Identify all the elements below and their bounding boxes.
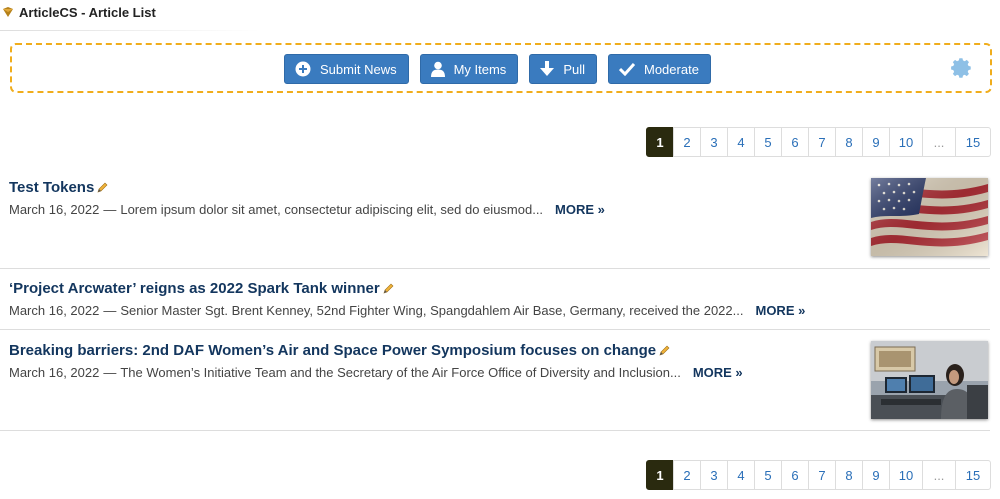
title-divider — [0, 30, 260, 31]
page-7-link[interactable]: 7 — [808, 127, 836, 157]
page-5-link[interactable]: 5 — [754, 127, 782, 157]
plus-circle-icon — [295, 61, 311, 77]
page-3-link[interactable]: 3 — [700, 460, 728, 490]
page-9-link[interactable]: 9 — [862, 127, 890, 157]
page-1-current[interactable]: 1 — [646, 127, 674, 157]
article-item: Test Tokens March 16, 2022 — Lorem ipsum… — [9, 179, 990, 217]
article-meta: March 16, 2022 — Lorem ipsum dolor sit a… — [9, 202, 990, 217]
arrow-down-icon — [540, 61, 555, 76]
more-link[interactable]: MORE » — [755, 303, 805, 318]
page-10-link[interactable]: 10 — [889, 127, 923, 157]
page-8-link[interactable]: 8 — [835, 127, 863, 157]
article-divider — [0, 268, 990, 269]
moderate-button[interactable]: Moderate — [608, 54, 711, 84]
page-7-link[interactable]: 7 — [808, 460, 836, 490]
page-3-link[interactable]: 3 — [700, 127, 728, 157]
page-15-link[interactable]: 15 — [955, 460, 991, 490]
article-date: March 16, 2022 — [9, 303, 100, 318]
meta-separator: — — [103, 365, 117, 380]
module-title: ArticleCS - Article List — [19, 4, 156, 20]
check-icon — [619, 62, 635, 76]
page-9-link[interactable]: 9 — [862, 460, 890, 490]
pull-label: Pull — [563, 61, 585, 77]
page-4-link[interactable]: 4 — [727, 127, 755, 157]
article-title-link[interactable]: Breaking barriers: 2nd DAF Women’s Air a… — [9, 342, 990, 359]
page-6-link[interactable]: 6 — [781, 127, 809, 157]
submit-news-button[interactable]: Submit News — [284, 54, 409, 84]
woman-at-computer-thumbnail[interactable] — [871, 341, 988, 419]
more-link[interactable]: MORE » — [555, 202, 605, 217]
meta-separator: — — [103, 202, 117, 217]
article-title-link[interactable]: Test Tokens — [9, 179, 990, 196]
page-10-link[interactable]: 10 — [889, 460, 923, 490]
article-item: ‘Project Arcwater’ reigns as 2022 Spark … — [9, 280, 990, 318]
page-ellipsis: ... — [922, 460, 956, 490]
page-15-link[interactable]: 15 — [955, 127, 991, 157]
article-summary: Senior Master Sgt. Brent Kenney, 52nd Fi… — [120, 303, 744, 318]
article-divider — [0, 329, 990, 330]
meta-separator: — — [103, 303, 117, 318]
article-item: Breaking barriers: 2nd DAF Women’s Air a… — [9, 342, 990, 380]
pagination-top: 1 2 3 4 5 6 7 8 9 10 ... 15 — [646, 127, 991, 157]
pagination-bottom: 1 2 3 4 5 6 7 8 9 10 ... 15 — [646, 460, 991, 490]
edit-pencil-icon[interactable] — [382, 283, 394, 295]
module-header: ArticleCS - Article List — [2, 4, 156, 20]
article-divider — [0, 430, 990, 431]
page-4-link[interactable]: 4 — [727, 460, 755, 490]
submit-news-label: Submit News — [320, 61, 397, 77]
page-ellipsis: ... — [922, 127, 956, 157]
user-icon — [430, 61, 445, 77]
article-summary: Lorem ipsum dolor sit amet, consectetur … — [120, 202, 544, 217]
page-8-link[interactable]: 8 — [835, 460, 863, 490]
article-meta: March 16, 2022 — The Women’s Initiative … — [9, 365, 990, 380]
article-title: Test Tokens — [9, 179, 95, 196]
my-items-label: My Items — [453, 61, 507, 77]
page-2-link[interactable]: 2 — [673, 460, 701, 490]
article-summary: The Women’s Initiative Team and the Secr… — [120, 365, 681, 380]
page-5-link[interactable]: 5 — [754, 460, 782, 490]
article-meta: March 16, 2022 — Senior Master Sgt. Bren… — [9, 303, 990, 318]
module-icon — [3, 7, 13, 17]
more-link[interactable]: MORE » — [693, 365, 743, 380]
edit-pencil-icon[interactable] — [96, 182, 108, 194]
article-date: March 16, 2022 — [9, 365, 100, 380]
my-items-button[interactable]: My Items — [419, 54, 519, 84]
edit-pencil-icon[interactable] — [658, 345, 670, 357]
article-title: Breaking barriers: 2nd DAF Women’s Air a… — [9, 342, 657, 359]
action-buttons: Submit News My Items Pull Moderate — [284, 54, 711, 84]
article-date: March 16, 2022 — [9, 202, 100, 217]
gear-icon[interactable] — [950, 57, 972, 79]
module-toolbar: Submit News My Items Pull Moderate — [10, 43, 992, 93]
page-2-link[interactable]: 2 — [673, 127, 701, 157]
article-title: ‘Project Arcwater’ reigns as 2022 Spark … — [9, 280, 380, 297]
page-1-current[interactable]: 1 — [646, 460, 674, 490]
moderate-label: Moderate — [644, 61, 699, 77]
american-flag-thumbnail[interactable] — [871, 178, 988, 256]
page-6-link[interactable]: 6 — [781, 460, 809, 490]
pull-button[interactable]: Pull — [529, 54, 597, 84]
article-title-link[interactable]: ‘Project Arcwater’ reigns as 2022 Spark … — [9, 280, 990, 297]
